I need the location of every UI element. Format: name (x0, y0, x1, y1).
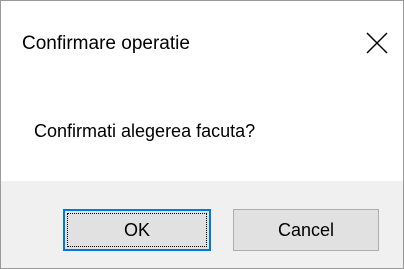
ok-button[interactable]: OK (63, 209, 211, 251)
cancel-button[interactable]: Cancel (233, 209, 379, 251)
title-bar[interactable]: Confirmare operatie (1, 1, 403, 89)
cancel-button-label: Cancel (277, 220, 335, 240)
close-icon (366, 32, 388, 54)
confirm-dialog: Confirmare operatie Confirmati alegerea … (0, 0, 404, 269)
ok-button-label: OK (123, 220, 150, 240)
dialog-title: Confirmare operatie (22, 33, 190, 54)
dialog-message: Confirmati alegerea facuta? (34, 121, 256, 141)
close-button[interactable] (357, 23, 397, 63)
dialog-body: Confirmati alegerea facuta? (1, 89, 403, 181)
button-bar: OK Cancel (1, 181, 403, 268)
